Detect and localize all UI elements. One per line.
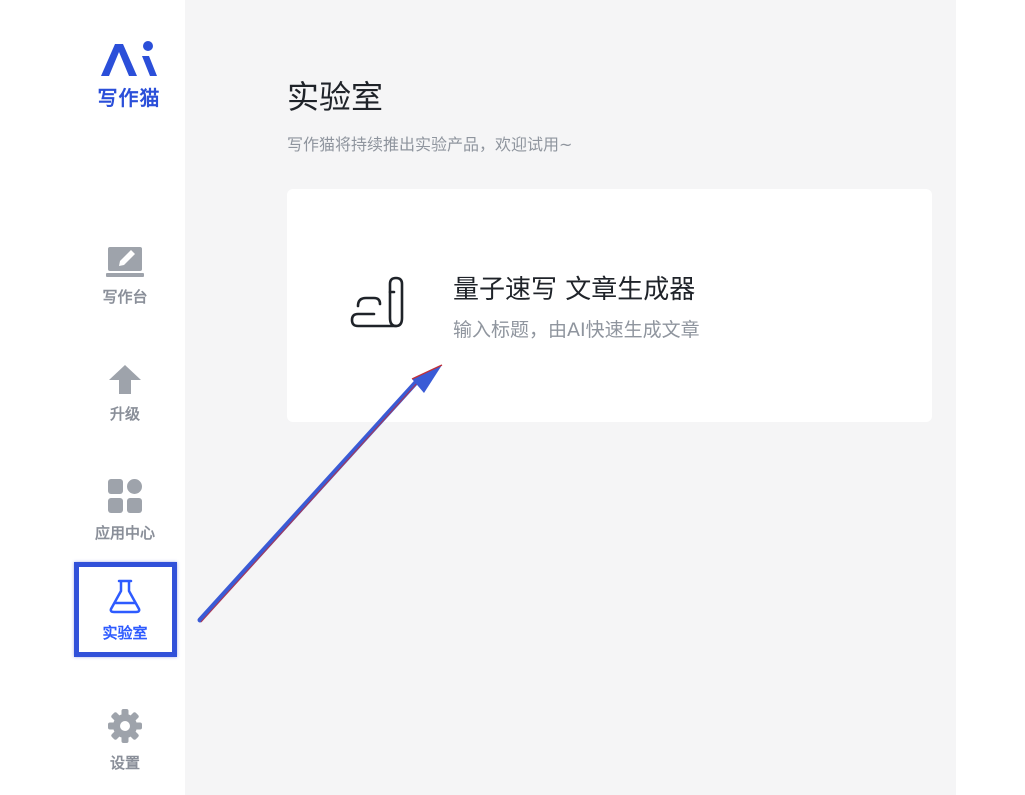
card-description: 输入标题，由AI快速生成文章: [453, 319, 700, 341]
sidebar-item-lab[interactable]: 实验室: [70, 560, 180, 660]
sidebar-item-label: 写作台: [102, 287, 148, 306]
logo[interactable]: 写作猫: [90, 38, 168, 111]
logo-text: 写作猫: [97, 86, 161, 110]
sidebar-item-label: 设置: [109, 753, 140, 772]
ai-logo-icon: [101, 41, 157, 76]
sidebar: 写作猫 写作台 升级 应用中心 实验室 设置: [0, 0, 185, 795]
sidebar-item-label: 应用中心: [94, 523, 155, 542]
quill-scroll-icon: [350, 276, 404, 328]
page-subtitle: 写作猫将持续推出实验产品，欢迎试用~: [287, 135, 573, 154]
app-grid-icon: [108, 478, 142, 513]
up-arrow-icon: [109, 364, 141, 394]
quick-write-card[interactable]: 量子速写 文章生成器 输入标题，由AI快速生成文章: [287, 189, 932, 422]
sidebar-item-upgrade[interactable]: 升级: [70, 343, 180, 443]
sidebar-item-writing-desk[interactable]: 写作台: [70, 225, 180, 325]
main-content: 实验室 写作猫将持续推出实验产品，欢迎试用~ 量子速写 文章生成器 输入标题，由…: [185, 0, 956, 795]
sidebar-item-app-center[interactable]: 应用中心: [70, 460, 180, 560]
page-title: 实验室: [287, 78, 384, 116]
flask-icon: [109, 579, 141, 613]
card-title: 量子速写 文章生成器: [453, 275, 696, 305]
sidebar-item-label: 升级: [109, 404, 140, 423]
sidebar-item-label: 实验室: [102, 623, 148, 642]
pencil-tablet-icon: [106, 246, 144, 277]
sidebar-item-settings[interactable]: 设置: [70, 690, 180, 790]
gear-icon: [108, 708, 142, 743]
